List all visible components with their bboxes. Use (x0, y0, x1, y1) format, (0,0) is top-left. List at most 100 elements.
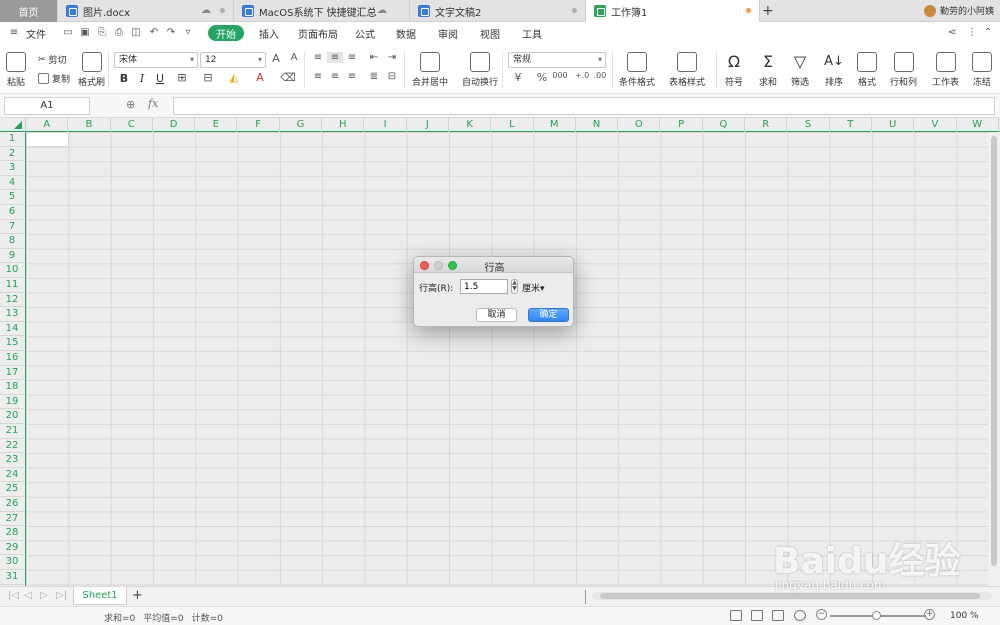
align-middle-icon[interactable]: ≡ (327, 52, 343, 63)
copy-button[interactable]: 复制 (38, 72, 70, 85)
open-folder-icon[interactable]: ▭ (62, 27, 74, 39)
column-header[interactable]: S (787, 118, 830, 132)
clear-format-icon[interactable]: ⌫ (280, 71, 296, 84)
sheet-tab-sheet1[interactable]: Sheet1 (73, 587, 127, 605)
column-header[interactable]: G (280, 118, 323, 132)
column-header[interactable]: D (153, 118, 196, 132)
ok-button[interactable]: 确定 (528, 308, 569, 322)
align-top-icon[interactable]: ≡ (310, 52, 326, 63)
decrease-decimal-icon[interactable]: .00 (592, 71, 608, 80)
wrap-text-button[interactable]: 自动换行 (462, 52, 498, 88)
formula-input[interactable] (173, 97, 995, 115)
justify-icon[interactable]: ≣ (366, 71, 382, 82)
normal-view-icon[interactable] (730, 610, 742, 621)
tab-document-3[interactable]: 文字文稿2 (410, 0, 586, 22)
menu-data[interactable]: 数据 (396, 26, 416, 41)
row-header[interactable]: 17 (0, 366, 24, 381)
customize-dropdown-icon[interactable]: ▿ (182, 27, 194, 39)
currency-icon[interactable]: ¥ (510, 71, 526, 84)
menu-page-layout[interactable]: 页面布局 (298, 26, 338, 41)
row-header[interactable]: 23 (0, 453, 24, 468)
format-painter-button[interactable]: 格式刷 (78, 52, 105, 88)
paste-button[interactable]: 粘贴 (6, 52, 26, 88)
tab-document-4-active[interactable]: 工作簿1 (586, 0, 760, 22)
row-height-stepper[interactable]: ▲ ▼ (511, 279, 518, 294)
row-header[interactable]: 26 (0, 497, 24, 512)
row-header[interactable]: 25 (0, 482, 24, 497)
column-header[interactable]: P (661, 118, 703, 132)
print-icon[interactable]: ⎙ (113, 27, 125, 39)
zoom-level[interactable]: 100 % (950, 611, 979, 621)
increase-indent-icon[interactable]: ⇥ (384, 52, 400, 63)
tab-document-1[interactable]: 图片.docx ☁ (58, 0, 234, 22)
tab-close-dot-icon[interactable] (220, 8, 225, 13)
export-icon[interactable]: ⎘ (96, 27, 108, 39)
reading-mode-icon[interactable] (794, 610, 806, 621)
row-header[interactable]: 10 (0, 263, 24, 278)
row-header[interactable]: 20 (0, 409, 24, 424)
last-sheet-icon[interactable]: ▷| (56, 590, 67, 601)
font-name-select[interactable]: 宋体 (114, 52, 198, 68)
row-header[interactable]: 8 (0, 234, 24, 249)
column-header[interactable]: T (830, 118, 872, 132)
menu-start-tab[interactable]: 开始 (208, 25, 244, 41)
row-header[interactable]: 15 (0, 336, 24, 351)
active-cell-a1[interactable] (26, 132, 69, 147)
conditional-format-button[interactable]: 条件格式 (619, 52, 655, 88)
page-layout-view-icon[interactable] (751, 610, 763, 621)
horizontal-scrollbar[interactable] (592, 592, 992, 600)
row-header[interactable]: 7 (0, 220, 24, 235)
font-size-select[interactable]: 12 (200, 52, 266, 68)
prev-sheet-icon[interactable]: ◁ (24, 590, 32, 601)
fill-color-icon[interactable]: ◭ (226, 71, 242, 84)
row-header[interactable]: 19 (0, 395, 24, 410)
row-header[interactable]: 24 (0, 468, 24, 483)
column-header[interactable]: A (26, 118, 69, 132)
save-icon[interactable]: ▣ (79, 27, 91, 39)
increase-decimal-icon[interactable]: +.0 (574, 71, 590, 80)
number-format-select[interactable]: 常规 (508, 52, 606, 68)
row-header[interactable]: 12 (0, 293, 24, 308)
underline-button[interactable]: U (153, 72, 167, 85)
add-sheet-button[interactable]: + (132, 588, 143, 603)
unit-select[interactable]: 厘米▾ (522, 281, 545, 294)
borders-icon[interactable]: ⊞ (174, 71, 190, 84)
row-height-input[interactable] (460, 279, 508, 294)
row-header[interactable]: 27 (0, 512, 24, 527)
table-style-button[interactable]: 表格样式 (669, 52, 705, 88)
row-header[interactable]: 16 (0, 351, 24, 366)
page-break-view-icon[interactable] (772, 610, 784, 621)
row-header[interactable]: 28 (0, 526, 24, 541)
worksheet-button[interactable]: 工作表 (932, 52, 959, 88)
cut-button[interactable]: ✂ 剪切 (38, 53, 67, 67)
column-header[interactable]: C (111, 118, 153, 132)
column-header[interactable]: B (68, 118, 111, 132)
distributed-icon[interactable]: ⊟ (384, 71, 400, 82)
insert-function-button[interactable]: fx (148, 97, 158, 110)
menu-view[interactable]: 视图 (480, 26, 500, 41)
filter-button[interactable]: ▽ 筛选 (790, 52, 810, 88)
zoom-slider[interactable] (830, 611, 926, 620)
merge-center-button[interactable]: 合并居中 (412, 52, 448, 88)
column-header[interactable]: W (957, 118, 999, 132)
freeze-panes-button[interactable]: 冻结 (972, 52, 992, 88)
name-box[interactable]: A1 (4, 97, 90, 115)
sum-button[interactable]: Σ 求和 (758, 52, 778, 88)
row-header[interactable]: 9 (0, 249, 24, 264)
menu-formulas[interactable]: 公式 (355, 26, 375, 41)
undo-icon[interactable]: ↶ (148, 27, 160, 39)
row-header[interactable]: 4 (0, 176, 24, 191)
row-header[interactable]: 21 (0, 424, 24, 439)
row-header[interactable]: 6 (0, 205, 24, 220)
print-preview-icon[interactable]: ◫ (130, 27, 142, 39)
align-center-icon[interactable]: ≡ (327, 71, 343, 82)
menu-review[interactable]: 审阅 (438, 26, 458, 41)
menu-insert[interactable]: 插入 (259, 26, 279, 41)
dialog-titlebar[interactable]: 行高 (414, 257, 573, 274)
row-header[interactable]: 2 (0, 147, 24, 162)
symbol-button[interactable]: Ω 符号 (724, 52, 744, 88)
decrease-indent-icon[interactable]: ⇤ (366, 52, 382, 63)
column-header[interactable]: O (618, 118, 661, 132)
zoom-in-icon[interactable]: + (924, 609, 935, 620)
thousands-separator-icon[interactable]: 000 (552, 71, 568, 80)
